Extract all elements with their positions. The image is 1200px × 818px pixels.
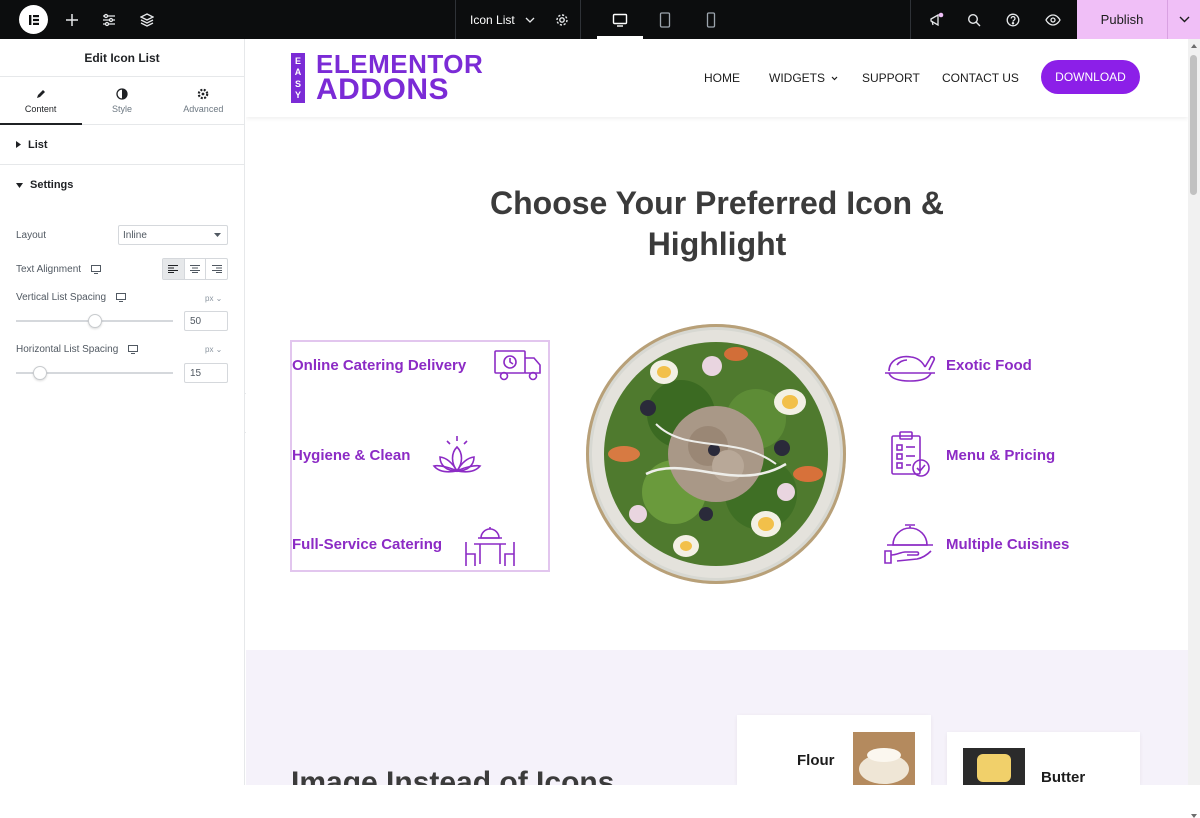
horizontal-spacing-input[interactable]: 15 [184,363,228,383]
notifications-megaphone-icon[interactable] [924,0,948,39]
site-settings-sliders-icon[interactable] [97,0,121,39]
search-icon[interactable] [962,0,986,39]
align-center-icon [190,265,200,273]
page-preview: EASY ELEMENTOR ADDONS HOME WIDGETS SUPPO… [246,39,1188,785]
layout-label: Layout [16,230,47,241]
list-item-exotic-food: Exotic Food [946,357,1032,374]
desktop-responsive-icon [91,265,102,274]
nav-home[interactable]: HOME [704,39,740,117]
vertical-spacing-unit[interactable]: px ⌄ [205,294,222,303]
layout-select[interactable]: Inline [118,225,228,245]
publish-button[interactable]: Publish [1077,0,1167,39]
section2-title: Image Instead of Icons [291,766,615,785]
editor-panel: Edit Icon List Content Style Advanced Li… [0,39,245,785]
align-left-button[interactable] [163,259,184,279]
scrollbar-thumb[interactable] [1190,55,1197,195]
lotus-icon [430,432,484,478]
mobile-view-icon[interactable] [698,0,724,39]
butter-label: Butter [1041,769,1086,785]
preview-scrollbar[interactable] [1188,39,1200,818]
site-header: EASY ELEMENTOR ADDONS HOME WIDGETS SUPPO… [246,39,1188,117]
scroll-up-icon[interactable] [1191,44,1197,48]
layout-select-value: Inline [123,229,147,241]
clipboard-check-icon [882,430,938,480]
align-center-button[interactable] [183,259,206,279]
flour-image [853,732,915,785]
elementor-logo-icon[interactable] [19,5,48,34]
vertical-spacing-slider-handle[interactable] [88,314,102,328]
desktop-responsive-icon [116,293,127,302]
tab-style-label: Style [111,103,132,114]
text-alignment-group [162,258,228,280]
desktop-view-icon[interactable] [607,0,633,39]
list-item-menu-pricing: Menu & Pricing [946,447,1056,464]
chevron-down-icon [525,17,535,23]
section-settings-label: Settings [30,179,74,191]
divider [580,0,581,39]
horizontal-spacing-unit[interactable]: px ⌄ [205,345,222,354]
gear-icon [198,88,209,99]
align-right-button[interactable] [205,259,227,279]
roast-chicken-icon [882,343,938,387]
caret-down-icon [214,233,221,237]
tab-advanced[interactable]: Advanced [163,77,244,124]
flour-card: Flour [737,715,931,785]
section-list-toggle[interactable]: List [0,125,244,165]
butter-card: Butter [947,732,1140,785]
download-button[interactable]: DOWNLOAD [1041,60,1140,94]
document-title: Icon List [470,12,515,27]
desktop-responsive-icon [128,345,139,354]
dining-table-icon [463,522,517,568]
tab-advanced-label: Advanced [183,103,224,114]
brand-name-line2[interactable]: ADDONS [316,73,449,107]
horizontal-spacing-label: Horizontal List Spacing [16,344,139,355]
list-item-multiple-cuisines: Multiple Cuisines [946,536,1070,553]
preview-eye-icon[interactable] [1041,0,1065,39]
vertical-spacing-input[interactable]: 50 [184,311,228,331]
nav-contact-us[interactable]: CONTACT US [942,39,1019,117]
nav-widgets[interactable]: WIDGETS [769,39,838,117]
tablet-view-icon[interactable] [652,0,678,39]
half-circle-icon [116,87,128,100]
list-item-full-service-catering: Full-Service Catering [292,536,443,553]
nav-support[interactable]: SUPPORT [862,39,920,117]
section-list-label: List [28,138,48,151]
help-icon[interactable] [1001,0,1025,39]
list-item-online-catering-delivery: Online Catering Delivery [292,357,467,374]
panel-title: Edit Icon List [0,39,244,77]
cloche-icon [882,521,938,569]
divider [910,0,911,39]
align-right-icon [211,265,222,273]
divider [455,0,456,39]
brand-easy-tag: EASY [291,53,305,103]
align-left-icon [168,265,179,273]
hero-title: Choose Your Preferred Icon & Highlight [489,185,945,262]
list-item-hygiene-clean: Hygiene & Clean [292,447,411,464]
delivery-truck-icon [492,347,544,383]
caret-down-icon [16,182,23,188]
structure-layers-icon[interactable] [135,0,159,39]
editor-top-bar: Icon List Publish [0,0,1200,39]
chevron-down-icon [831,76,838,80]
salad-plate-image [586,324,846,584]
flour-label: Flour [797,752,835,769]
vertical-spacing-label: Vertical List Spacing [16,292,127,303]
section-settings-toggle[interactable]: Settings [0,165,244,205]
tab-content-label: Content [24,103,57,114]
caret-right-icon [16,141,21,148]
horizontal-spacing-slider-handle[interactable] [33,366,47,380]
scroll-down-icon[interactable] [1191,814,1197,818]
panel-tabs: Content Style Advanced [0,77,244,125]
page-settings-gear-icon[interactable] [550,0,574,39]
pencil-icon [36,89,45,98]
document-title-dropdown[interactable]: Icon List [470,0,535,39]
text-alignment-label: Text Alignment [16,264,102,275]
tab-content[interactable]: Content [0,77,83,125]
publish-options-chevron-icon[interactable] [1167,0,1200,39]
tab-style[interactable]: Style [81,77,162,124]
butter-image [963,748,1025,785]
add-element-icon[interactable] [60,0,84,39]
